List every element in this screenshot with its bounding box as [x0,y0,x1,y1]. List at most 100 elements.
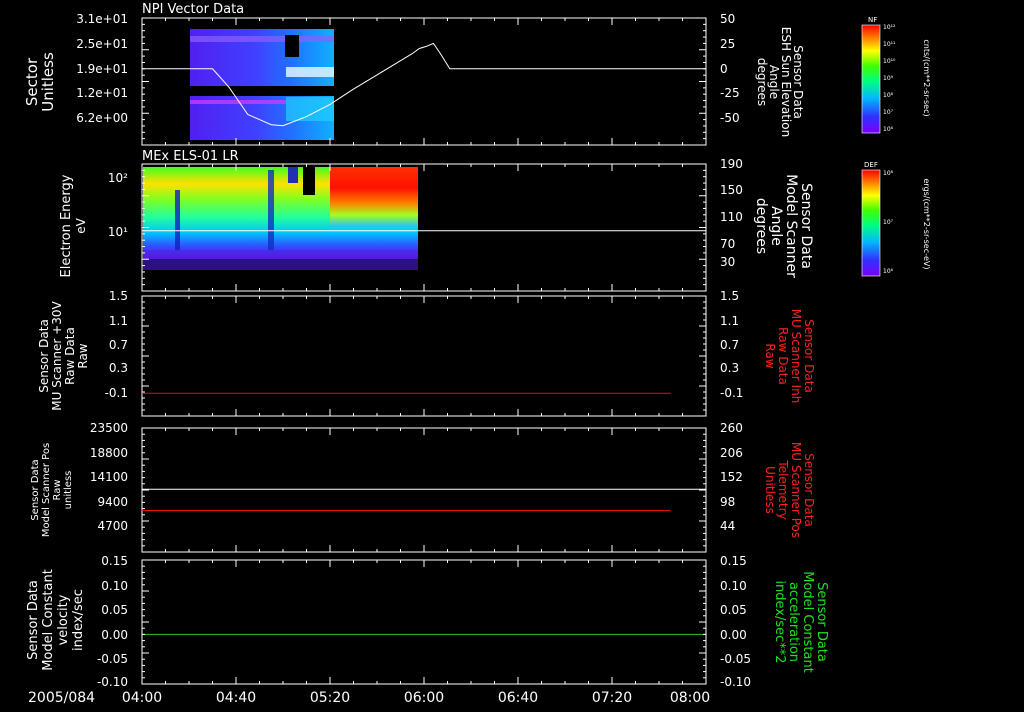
npi-rtick-4: -50 [720,111,740,125]
npi-rtick-2: 0 [720,62,728,76]
scannerpos-ytick-3: 9400 [97,495,128,509]
constant-ytick-2: 0.05 [101,603,128,617]
mu30v-ytick-1: 1.1 [109,314,128,328]
els-gap-3 [303,167,315,195]
npi-ytick-0: 3.1e+01 [76,12,128,26]
colorbar-def-ramp [862,170,880,276]
scannerpos-rtick-4: 44 [720,519,735,533]
constant-rtick-0: 0.15 [720,554,747,568]
npi-rtick-0: 50 [720,12,735,26]
scannerpos-rtick-1: 206 [720,446,743,460]
constant-ytick-0: 0.15 [101,554,128,568]
nf-ctick-4: 10⁸ [883,92,894,99]
panel-scannerpos-rlabel-3: Unitless [763,466,777,514]
panel-mu30v-ylabel-2: Raw Data [63,327,77,385]
time-tick-6: 08:00 [670,690,710,706]
panel-scannerpos-ylabel-3: unitless [63,471,74,510]
panel-npi-rlabel-3: degrees [755,58,769,106]
panel-scannerpos-ylabel-0: Sensor Data [30,459,41,520]
els-ytick-1: 10¹ [108,225,128,239]
mu30v-rtick-2: 0.7 [720,338,739,352]
npi-gap-black [285,35,299,57]
panel-constant-rlabel-0: Sensor Data [814,582,829,662]
els-gap-2 [268,170,274,250]
panel-constant-ylabel-0: Sensor Data [26,580,41,660]
panel-constant-ylabel-2: velocity [56,594,71,645]
scannerpos-rtick-0: 260 [720,421,743,435]
npi-rtick-3: -25 [720,86,740,100]
panel-npi-vector: NPI Vector Data Sector Unitless 3.1e+01 … [23,2,805,146]
def-ctick-1: 10⁷ [883,219,894,226]
nf-ctick-0: 10¹² [883,24,896,31]
panel-mu30v-left-ticks: 1.5 1.1 0.7 0.3 -0.1 [105,289,128,400]
panel-constant-left-ticks: 0.15 0.10 0.05 0.00 -0.05 -0.10 [97,554,128,689]
panel-els-title: MEx ELS-01 LR [142,149,239,164]
mu30v-ytick-4: -0.1 [105,386,128,400]
colorbar-nf-label: NF [868,16,877,24]
panel-mu30v-rlabel-1: MU Scanner Inh [789,309,803,404]
panel-mu30v-ylabel-1: MU Scanner +30V [50,301,64,411]
scannerpos-rtick-3: 98 [720,495,735,509]
time-axis: 2005/084 04:00 04:40 05:20 06:00 06:40 0… [28,690,710,706]
panel-mu-scanner-30v: Sensor Data MU Scanner +30V Raw Data Raw… [37,289,816,417]
panel-els-rlabel-2: Angle [768,206,784,246]
constant-ytick-4: -0.05 [97,652,128,666]
mu30v-ytick-0: 1.5 [109,289,128,303]
npi-rtick-1: 25 [720,37,735,51]
colorbar-nf: NF 10¹² 10¹¹ 10¹⁰ 10⁹ 10⁸ 10⁷ 10⁶ cnts/(… [861,16,931,134]
panel-npi-ylabel-1: Unitless [39,52,57,112]
colorbar-def-label: DEF [864,161,878,169]
scannerpos-rtick-2: 152 [720,470,743,484]
panel-scannerpos-ylabel-2: Raw [52,479,63,500]
colorbar-def-units: ergs/(cm**2-sr-sec-eV) [922,178,931,269]
colorbar-nf-units: cnts/(cm**2-sr-sec) [922,39,931,116]
panel-constant-ylabel-1: Model Constant [41,569,56,671]
panel-constant-ylabel-3: index/sec [71,589,86,651]
panel-mu30v-ylabel-3: Raw [76,343,90,368]
els-hot-region [330,167,418,227]
els-rtick-0: 190 [720,157,743,171]
time-tick-0: 04:00 [122,690,162,706]
nf-ctick-6: 10⁶ [883,126,894,133]
scannerpos-ytick-1: 18800 [90,446,128,460]
npi-band-white [286,67,334,77]
panel-constant-rlabel-2: acceleration [786,582,801,662]
time-tick-2: 05:20 [310,690,350,706]
panel-npi-left-ticks: 3.1e+01 2.5e+01 1.9e+01 1.2e+01 6.2e+00 [76,12,128,125]
panel-mu30v-right-ticks: 1.5 1.1 0.7 0.3 -0.1 [720,289,743,400]
panel-npi-title: NPI Vector Data [142,2,244,17]
els-gap-4 [288,167,298,183]
panel-mu30v-rlabel-0: Sensor Data [802,319,816,393]
nf-ctick-2: 10¹⁰ [883,58,896,65]
time-tick-3: 06:00 [404,690,444,706]
panel-scannerpos-right-ticks: 260 206 152 98 44 [720,421,743,533]
npi-gap-band [190,86,334,96]
npi-ytick-3: 1.2e+01 [76,86,128,100]
mu30v-rtick-0: 1.5 [720,289,739,303]
mu30v-rtick-1: 1.1 [720,314,739,328]
panel-constant-rlabel-3: index/sec**2 [772,580,787,663]
mu30v-ytick-3: 0.3 [109,361,128,375]
panel-npi-spectrogram [190,29,334,140]
mu30v-ytick-2: 0.7 [109,338,128,352]
constant-rtick-1: 0.10 [720,579,747,593]
panel-scannerpos-ylabel-1: Model Scanner Pos [41,443,52,537]
constant-rtick-4: -0.05 [720,652,751,666]
mex-els-summary-plot: NPI Vector Data Sector Unitless 3.1e+01 … [23,2,931,706]
nf-ctick-5: 10⁷ [883,109,894,116]
mu30v-rtick-3: 0.3 [720,361,739,375]
panel-constant-right-ticks: 0.15 0.10 0.05 0.00 -0.05 -0.10 [720,554,751,689]
panel-mu30v-frame [141,295,707,417]
npi-ytick-2: 1.9e+01 [76,62,128,76]
els-rtick-4: 30 [720,255,735,269]
panel-scannerpos-rlabel-0: Sensor Data [802,453,816,527]
panel-els: MEx ELS-01 LR Electron Energy eV 10² 10¹… [59,149,814,292]
panel-els-rlabel-1: Model Scanner [783,174,799,278]
npi-gap-upper [190,36,334,42]
els-ytick-0: 10² [108,171,128,185]
npi-band-cyan [286,97,334,121]
nf-ctick-1: 10¹¹ [883,41,896,48]
constant-rtick-3: 0.00 [720,628,747,642]
colorbar-nf-ramp [862,25,880,133]
panel-scannerpos-frame [141,427,707,553]
